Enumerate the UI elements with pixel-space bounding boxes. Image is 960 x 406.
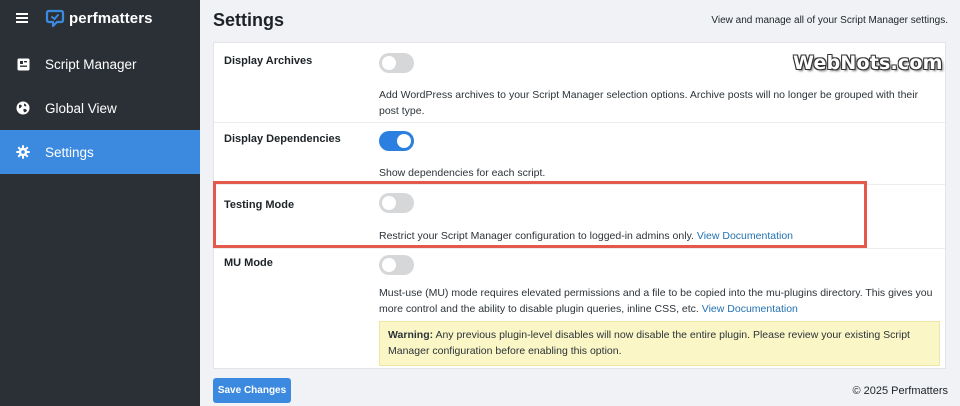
toggle-knob — [397, 134, 411, 148]
view-documentation-link[interactable]: View Documentation — [697, 230, 793, 242]
gear-icon — [16, 145, 30, 159]
perfmatters-logo[interactable]: perfmatters — [45, 8, 153, 28]
toggle-knob — [382, 196, 396, 210]
globe-icon — [16, 101, 30, 115]
sidebar-item-label: Global View — [45, 100, 117, 116]
setting-row-display-dependencies: Display Dependencies Show dependencies f… — [214, 123, 945, 185]
settings-card: Display Archives Add WordPress archives … — [213, 42, 946, 369]
setting-description: Add WordPress archives to your Script Ma… — [379, 89, 919, 117]
warning-label: Warning: — [388, 329, 434, 341]
view-documentation-link[interactable]: View Documentation — [702, 303, 798, 315]
perfmatters-logo-icon — [45, 9, 65, 28]
warning-text: Any previous plugin-level disables will … — [388, 329, 910, 357]
setting-label: MU Mode — [224, 257, 273, 269]
setting-row-testing-mode: Testing Mode Restrict your Script Manage… — [214, 185, 945, 249]
toggle-knob — [382, 56, 396, 70]
page-title: Settings — [213, 10, 285, 30]
sidebar-item-global-view[interactable]: Global View — [0, 86, 200, 130]
setting-label: Display Archives — [224, 55, 313, 67]
setting-description: Restrict your Script Manager configurati… — [379, 230, 694, 242]
setting-description: Show dependencies for each script. — [379, 167, 546, 179]
setting-description-container: Restrict your Script Manager configurati… — [379, 228, 939, 244]
setting-description-container: Must-use (MU) mode requires elevated per… — [379, 285, 939, 317]
sidebar-item-label: Settings — [45, 144, 94, 160]
setting-label: Testing Mode — [224, 199, 295, 211]
sidebar-item-settings[interactable]: Settings — [0, 130, 200, 174]
script-manager-icon — [16, 57, 30, 71]
watermark: WebNots.com — [793, 52, 943, 74]
testing-mode-toggle[interactable] — [379, 193, 414, 213]
mu-mode-toggle[interactable] — [379, 255, 414, 275]
setting-description: Must-use (MU) mode requires elevated per… — [379, 287, 933, 315]
brand-name: perfmatters — [69, 9, 153, 27]
display-dependencies-toggle[interactable] — [379, 131, 414, 151]
warning-notice: Warning: Any previous plugin-level disab… — [379, 321, 940, 366]
sidebar: perfmatters Script Manager Global View S… — [0, 0, 200, 406]
toggle-knob — [382, 258, 396, 272]
setting-label: Display Dependencies — [224, 133, 341, 145]
hamburger-menu-icon[interactable] — [16, 13, 28, 23]
copyright-text: © 2025 Perfmatters — [852, 385, 948, 397]
page-subtitle: View and manage all of your Script Manag… — [711, 15, 948, 26]
sidebar-item-script-manager[interactable]: Script Manager — [0, 42, 200, 86]
brand-bar: perfmatters — [0, 0, 200, 36]
sidebar-item-label: Script Manager — [45, 56, 137, 72]
display-archives-toggle[interactable] — [379, 53, 414, 73]
save-changes-button[interactable]: Save Changes — [213, 378, 291, 403]
